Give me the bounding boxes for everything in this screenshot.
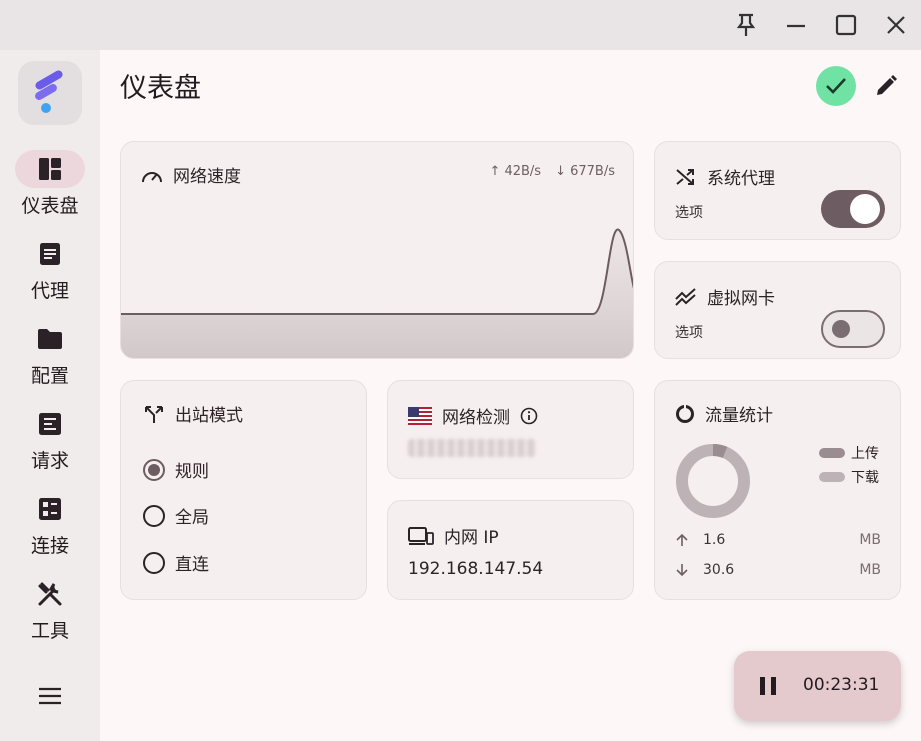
arrow-up-icon <box>676 533 688 546</box>
network-check-card: 网络检测 <box>387 380 634 479</box>
mode-global-option[interactable]: 全局 <box>143 503 209 528</box>
page-title: 仪表盘 <box>120 73 201 104</box>
intranet-ip-value: 192.168.147.54 <box>408 559 544 579</box>
pause-timer-button[interactable]: 00:23:31 <box>734 651 901 721</box>
dashboard-icon <box>15 150 85 188</box>
traffic-card: 流量统计 上传 下载 1.6 MB 30.6 MB <box>654 380 901 600</box>
edit-button[interactable] <box>868 68 904 104</box>
menu-icon[interactable] <box>30 680 70 712</box>
speed-graph <box>121 228 633 358</box>
sidebar-item-requests[interactable]: 请求 <box>0 405 100 485</box>
download-total: 30.6 <box>703 562 735 578</box>
outbound-mode-card: 出站模式 规则 全局 直连 <box>120 380 367 600</box>
radio-label: 直连 <box>175 555 209 575</box>
info-icon[interactable] <box>520 407 538 425</box>
upload-total: 1.6 <box>703 532 726 548</box>
radio-label: 规则 <box>175 462 209 482</box>
elapsed-time: 00:23:31 <box>803 675 880 695</box>
tun-card: 虚拟网卡 选项 <box>654 261 901 359</box>
pie-icon <box>676 404 694 423</box>
download-row: 30.6 MB <box>675 562 881 578</box>
intranet-ip-card: 内网 IP 192.168.147.54 <box>387 500 634 600</box>
devices-icon <box>408 526 434 545</box>
app-logo <box>18 61 82 125</box>
mode-rule-option[interactable]: 规则 <box>143 457 209 482</box>
radio-button[interactable] <box>143 458 165 481</box>
tun-toggle[interactable] <box>821 310 885 348</box>
sidebar-item-label: 工具 <box>30 620 69 642</box>
pencil-icon <box>877 75 897 95</box>
chart-line-icon <box>675 287 696 306</box>
arrow-down-icon <box>676 564 688 577</box>
maximize-icon[interactable] <box>826 6 866 44</box>
network-speed-card: 网络速度 ↑ 42B/s ↓ 677B/s <box>120 141 634 359</box>
shuffle-icon <box>676 168 694 185</box>
blurred-ip <box>408 439 536 457</box>
us-flag-icon <box>408 406 432 425</box>
pause-icon <box>760 677 776 695</box>
card-title: 系统代理 <box>707 169 775 189</box>
sidebar-item-label: 配置 <box>30 365 69 387</box>
legend-download: 下载 <box>819 467 879 487</box>
option-label: 选项 <box>675 205 703 221</box>
sidebar-item-label: 代理 <box>30 280 69 302</box>
option-label: 选项 <box>675 325 703 341</box>
radio-button[interactable] <box>143 504 165 527</box>
sidebar-item-proxy[interactable]: 代理 <box>0 235 100 315</box>
card-title: 出站模式 <box>175 406 243 426</box>
system-proxy-toggle[interactable] <box>821 190 885 228</box>
connection-icon <box>15 490 85 528</box>
legend-upload: 上传 <box>819 443 879 463</box>
split-icon <box>145 405 163 423</box>
card-title: 网络检测 <box>442 408 510 428</box>
upload-unit: MB <box>859 532 881 548</box>
card-title: 内网 IP <box>444 528 499 548</box>
card-title: 流量统计 <box>705 406 773 426</box>
check-icon <box>826 78 846 94</box>
traffic-donut <box>676 443 750 518</box>
minimize-icon[interactable] <box>776 6 816 44</box>
close-icon[interactable] <box>876 6 916 44</box>
sidebar-item-label: 连接 <box>30 535 69 557</box>
upload-row: 1.6 MB <box>675 532 881 548</box>
status-check-button[interactable] <box>816 66 856 106</box>
sidebar-item-profiles[interactable]: 配置 <box>0 320 100 400</box>
radio-button[interactable] <box>143 551 165 574</box>
download-unit: MB <box>859 562 881 578</box>
tools-icon <box>15 575 85 613</box>
radio-label: 全局 <box>175 508 209 528</box>
card-title: 虚拟网卡 <box>707 289 775 309</box>
sidebar: 仪表盘 代理 配置 请求 连接 工具 <box>0 50 100 741</box>
system-proxy-card: 系统代理 选项 <box>654 141 901 240</box>
mode-direct-option[interactable]: 直连 <box>143 550 209 575</box>
title-bar <box>0 0 921 50</box>
sidebar-item-label: 仪表盘 <box>21 195 79 217</box>
request-icon <box>15 405 85 443</box>
sidebar-item-label: 请求 <box>30 450 69 472</box>
sidebar-item-dashboard[interactable]: 仪表盘 <box>0 150 100 230</box>
folder-icon <box>15 320 85 358</box>
sidebar-item-connections[interactable]: 连接 <box>0 490 100 570</box>
sidebar-item-tools[interactable]: 工具 <box>0 575 100 655</box>
proxy-icon <box>15 235 85 273</box>
pin-icon[interactable] <box>726 6 766 44</box>
